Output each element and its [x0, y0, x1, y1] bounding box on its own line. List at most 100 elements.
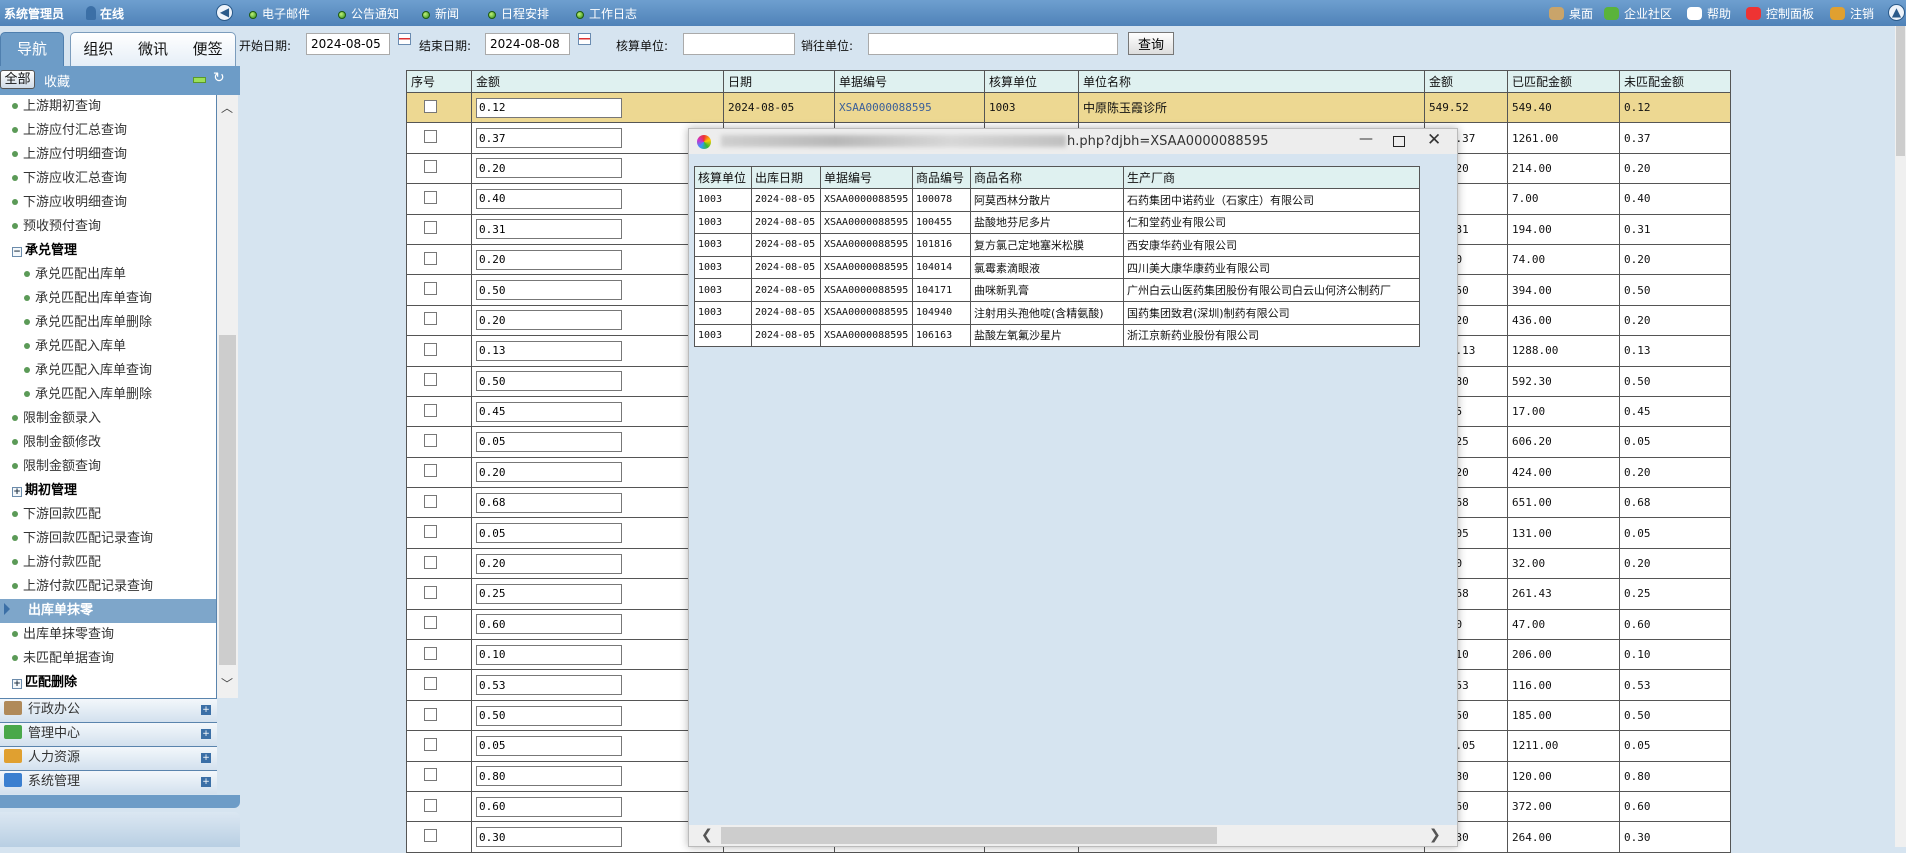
bill-link[interactable]: XSAA0000088595 — [839, 101, 932, 114]
menu-item[interactable]: 预收预付查询 — [0, 215, 216, 239]
menu-item[interactable]: 承兑匹配出库单删除 — [0, 311, 216, 335]
menu-item[interactable]: 限制金额录入 — [0, 407, 216, 431]
row-checkbox[interactable] — [424, 251, 437, 265]
row-checkbox[interactable] — [424, 494, 437, 508]
collapse-top-button[interactable]: ▲ — [1888, 4, 1905, 21]
row-checkbox[interactable] — [424, 99, 437, 113]
amount-input[interactable] — [476, 553, 622, 574]
amount-input[interactable] — [476, 219, 622, 240]
amount-input[interactable] — [476, 827, 622, 848]
scroll-thumb[interactable] — [219, 335, 236, 665]
popup-title-bar[interactable]: h.php?djbh=XSAA0000088595 — ✕ — [689, 129, 1457, 154]
menu-item[interactable]: 承兑匹配出库单 — [0, 263, 216, 287]
amount-input[interactable] — [476, 128, 622, 149]
row-checkbox[interactable] — [424, 190, 437, 204]
minimize-icon[interactable] — [193, 77, 206, 83]
menu-item[interactable]: 下游应收明细查询 — [0, 191, 216, 215]
query-button[interactable]: 查询 — [1128, 32, 1174, 55]
row-checkbox[interactable] — [424, 373, 437, 387]
row-checkbox[interactable] — [424, 403, 437, 417]
menu-item[interactable]: 出库单抹零 — [0, 599, 216, 623]
menu-item[interactable]: + 期初管理 — [0, 479, 216, 503]
top-nav-item[interactable]: 工作日志 — [576, 5, 637, 22]
menu-item[interactable]: 承兑匹配入库单查询 — [0, 359, 216, 383]
tab-message[interactable]: 微讯 — [138, 33, 168, 66]
row-checkbox[interactable] — [424, 829, 437, 843]
scroll-thumb[interactable] — [721, 827, 1217, 844]
amount-input[interactable] — [476, 462, 622, 483]
menu-item[interactable]: 下游回款匹配记录查询 — [0, 527, 216, 551]
amount-input[interactable] — [476, 158, 622, 179]
row-checkbox[interactable] — [424, 130, 437, 144]
collapse-left-button[interactable]: ◀ — [216, 4, 233, 21]
collapse-icon[interactable]: − — [12, 247, 22, 257]
start-date-input[interactable] — [306, 33, 390, 55]
amount-input[interactable] — [476, 644, 622, 665]
amount-input[interactable] — [476, 492, 622, 513]
all-button[interactable]: 全部 — [0, 70, 35, 89]
top-link[interactable]: 企业社区 — [1604, 5, 1672, 22]
menu-item[interactable]: 上游付款匹配记录查询 — [0, 575, 216, 599]
row-checkbox[interactable] — [424, 585, 437, 599]
tab-nav[interactable]: 导航 — [0, 32, 64, 66]
amount-input[interactable] — [476, 431, 622, 452]
top-link[interactable]: 帮助 — [1687, 5, 1731, 22]
amount-input[interactable] — [476, 614, 622, 635]
row-checkbox[interactable] — [424, 768, 437, 782]
menu-item[interactable]: − 承兑管理 — [0, 239, 216, 263]
page-scrollbar[interactable] — [1895, 26, 1906, 847]
row-checkbox[interactable] — [424, 312, 437, 326]
top-link[interactable]: 桌面 — [1549, 5, 1593, 22]
top-nav-item[interactable]: 新闻 — [422, 5, 459, 22]
sidebar-scrollbar[interactable]: ︿ ﹀ — [217, 95, 238, 698]
expand-icon[interactable]: + — [201, 777, 211, 787]
accordion-section[interactable]: 系统管理 + — [0, 770, 217, 794]
tab-notes[interactable]: 便签 — [193, 33, 223, 66]
menu-item[interactable]: 上游应付汇总查询 — [0, 119, 216, 143]
row-checkbox[interactable] — [424, 737, 437, 751]
row-checkbox[interactable] — [424, 282, 437, 296]
amount-input[interactable] — [476, 371, 622, 392]
amount-input[interactable] — [476, 735, 622, 756]
top-nav-item[interactable]: 电子邮件 — [249, 5, 310, 22]
menu-item[interactable]: + 匹配删除 — [0, 671, 216, 695]
top-link[interactable]: 控制面板 — [1746, 5, 1814, 22]
calendar-icon[interactable] — [578, 33, 591, 45]
minimize-window-button[interactable]: — — [1359, 131, 1373, 147]
scroll-right-icon[interactable]: ❯ — [1429, 827, 1441, 843]
menu-item[interactable]: 承兑匹配入库单删除 — [0, 383, 216, 407]
accordion-section[interactable]: 行政办公 + — [0, 698, 217, 722]
favorites-tab[interactable]: 收藏 — [44, 71, 70, 90]
amount-input[interactable] — [476, 583, 622, 604]
close-window-button[interactable]: ✕ — [1427, 130, 1441, 150]
row-checkbox[interactable] — [424, 160, 437, 174]
amount-input[interactable] — [476, 796, 622, 817]
amount-input[interactable] — [476, 97, 622, 118]
amount-input[interactable] — [476, 280, 622, 301]
amount-input[interactable] — [476, 705, 622, 726]
accordion-section[interactable]: 人力资源 + — [0, 746, 217, 770]
row-checkbox[interactable] — [424, 798, 437, 812]
row-checkbox[interactable] — [424, 525, 437, 539]
top-link[interactable]: 注销 — [1830, 5, 1874, 22]
row-checkbox[interactable] — [424, 555, 437, 569]
top-nav-item[interactable]: 日程安排 — [488, 5, 549, 22]
menu-item[interactable]: 下游回款匹配 — [0, 503, 216, 527]
amount-input[interactable] — [476, 523, 622, 544]
accordion-section[interactable]: 管理中心 + — [0, 722, 217, 746]
menu-item[interactable]: 未匹配单据查询 — [0, 647, 216, 671]
menu-item[interactable]: 上游应付明细查询 — [0, 143, 216, 167]
amount-input[interactable] — [476, 188, 622, 209]
menu-item[interactable]: 下游应收汇总查询 — [0, 167, 216, 191]
expand-icon[interactable]: + — [201, 705, 211, 715]
row-checkbox[interactable] — [424, 646, 437, 660]
amount-input[interactable] — [476, 310, 622, 331]
amount-input[interactable] — [476, 766, 622, 787]
end-date-input[interactable] — [485, 33, 570, 55]
refresh-icon[interactable]: ↻ — [213, 70, 225, 86]
scroll-left-icon[interactable]: ❮ — [701, 827, 713, 843]
amount-input[interactable] — [476, 675, 622, 696]
maximize-window-button[interactable] — [1393, 136, 1405, 147]
row-checkbox[interactable] — [424, 464, 437, 478]
menu-item[interactable]: 上游付款匹配 — [0, 551, 216, 575]
